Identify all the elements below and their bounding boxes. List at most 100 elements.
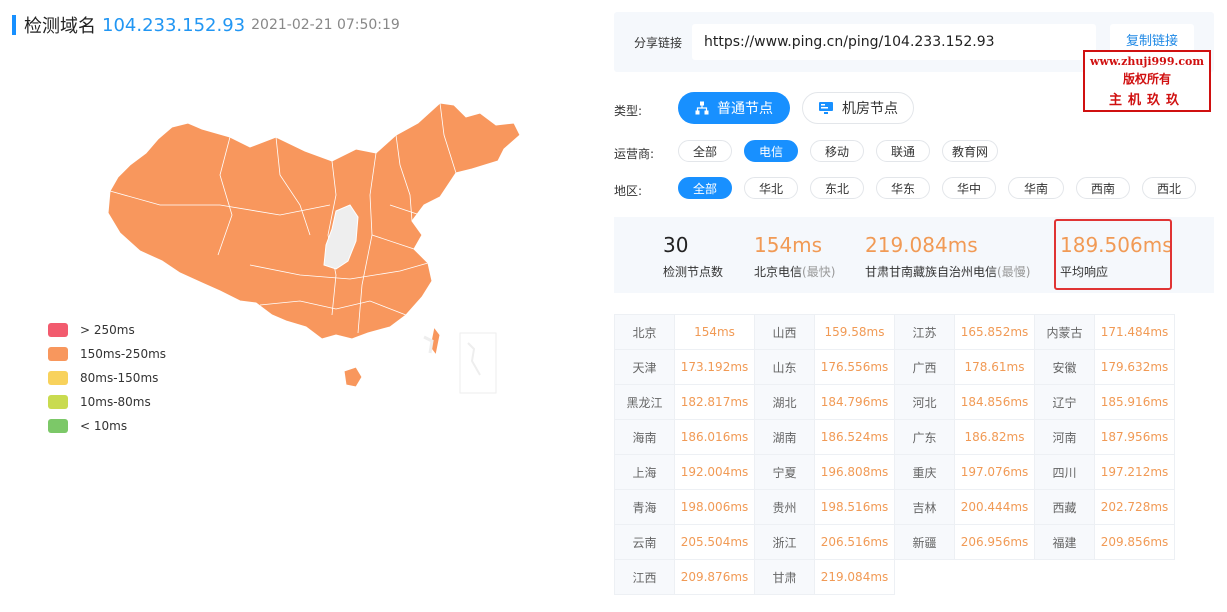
average-highlight-box xyxy=(1054,219,1172,290)
page-title: 检测域名 xyxy=(24,16,96,37)
table-row: 云南 205.504ms 浙江 206.516ms 新疆 206.956ms 福建 209.8… xyxy=(614,524,1175,560)
legend-item[interactable]: 10ms-80ms xyxy=(48,390,166,414)
result-region: 上海 xyxy=(614,454,675,490)
region-option-all[interactable]: 全部 xyxy=(678,177,732,199)
result-region: 北京 xyxy=(614,314,675,350)
region-option-east[interactable]: 华东 xyxy=(876,177,930,199)
result-latency: 176.556ms xyxy=(814,349,895,385)
empty-cell xyxy=(955,560,1035,595)
result-latency: 209.856ms xyxy=(1094,524,1175,560)
result-latency: 154ms xyxy=(674,314,755,350)
result-region: 山东 xyxy=(754,349,815,385)
table-row: 海南 186.016ms 湖南 186.524ms 广东 186.82ms 河南 187.95… xyxy=(614,419,1175,455)
monitor-icon xyxy=(819,102,833,114)
result-latency: 186.82ms xyxy=(954,419,1035,455)
result-latency: 187.956ms xyxy=(1094,419,1175,455)
legend-swatch xyxy=(48,371,68,385)
carrier-option-all[interactable]: 全部 xyxy=(678,140,732,162)
result-latency: 186.524ms xyxy=(814,419,895,455)
latency-legend: > 250ms 150ms-250ms 80ms-150ms 10ms-80ms… xyxy=(48,318,166,438)
result-region: 黑龙江 xyxy=(614,384,675,420)
result-region: 天津 xyxy=(614,349,675,385)
header-accent-bar xyxy=(12,15,16,35)
result-latency: 186.016ms xyxy=(674,419,755,455)
table-row: 上海 192.004ms 宁夏 196.808ms 重庆 197.076ms 四川 197.2… xyxy=(614,454,1175,490)
result-region: 浙江 xyxy=(754,524,815,560)
carrier-option-edu[interactable]: 教育网 xyxy=(942,140,998,162)
result-region: 甘肃 xyxy=(754,559,815,595)
result-latency: 205.504ms xyxy=(674,524,755,560)
stat-slowest-label: 甘肃甘南藏族自治州电信(最慢) xyxy=(865,263,1030,280)
result-latency: 159.58ms xyxy=(814,314,895,350)
result-region: 吉林 xyxy=(894,489,955,525)
result-latency: 206.956ms xyxy=(954,524,1035,560)
carrier-option-mobile[interactable]: 移动 xyxy=(810,140,864,162)
network-node-icon xyxy=(695,101,709,115)
result-region: 广东 xyxy=(894,419,955,455)
region-option-north[interactable]: 华北 xyxy=(744,177,798,199)
carrier-option-telecom[interactable]: 电信 xyxy=(744,140,798,162)
stat-fastest-label: 北京电信(最快) xyxy=(754,263,835,280)
type-label: 类型: xyxy=(614,104,643,118)
legend-item[interactable]: > 250ms xyxy=(48,318,166,342)
legend-item[interactable]: 80ms-150ms xyxy=(48,366,166,390)
result-region: 海南 xyxy=(614,419,675,455)
carrier-option-unicom[interactable]: 联通 xyxy=(876,140,930,162)
empty-cell xyxy=(1035,560,1095,595)
result-region: 湖南 xyxy=(754,419,815,455)
result-latency: 202.728ms xyxy=(1094,489,1175,525)
table-row: 天津 173.192ms 山东 176.556ms 广西 178.61ms 安徽 179.63… xyxy=(614,349,1175,385)
legend-label: > 250ms xyxy=(80,323,135,337)
result-region: 四川 xyxy=(1034,454,1095,490)
region-option-southwest[interactable]: 西南 xyxy=(1076,177,1130,199)
legend-item[interactable]: < 10ms xyxy=(48,414,166,438)
result-region: 河南 xyxy=(1034,419,1095,455)
legend-label: 10ms-80ms xyxy=(80,395,151,409)
type-option-label: 机房节点 xyxy=(842,101,898,117)
result-latency: 184.796ms xyxy=(814,384,895,420)
stat-fastest-node: 北京电信 xyxy=(754,265,803,279)
result-region: 河北 xyxy=(894,384,955,420)
type-datacenter-node-button[interactable]: 机房节点 xyxy=(802,92,914,124)
empty-cell xyxy=(1095,560,1175,595)
region-option-south[interactable]: 华南 xyxy=(1008,177,1064,199)
region-option-northwest[interactable]: 西北 xyxy=(1142,177,1196,199)
result-region: 西藏 xyxy=(1034,489,1095,525)
share-url-field[interactable]: https://www.ping.cn/ping/104.233.152.93 xyxy=(692,24,1096,60)
result-latency: 179.632ms xyxy=(1094,349,1175,385)
watermark-brand: 主机玖玖 xyxy=(1108,93,1185,108)
watermark-rights: 版权所有 xyxy=(1122,72,1171,86)
result-region: 青海 xyxy=(614,489,675,525)
result-region: 江西 xyxy=(614,559,675,595)
region-option-northeast[interactable]: 东北 xyxy=(810,177,864,199)
type-normal-node-button[interactable]: 普通节点 xyxy=(678,92,790,124)
result-latency: 196.808ms xyxy=(814,454,895,490)
result-latency: 197.212ms xyxy=(1094,454,1175,490)
legend-swatch xyxy=(48,323,68,337)
hainan-island-shape[interactable] xyxy=(343,366,363,388)
result-region: 新疆 xyxy=(894,524,955,560)
result-latency: 184.856ms xyxy=(954,384,1035,420)
legend-item[interactable]: 150ms-250ms xyxy=(48,342,166,366)
result-latency: 192.004ms xyxy=(674,454,755,490)
result-region: 辽宁 xyxy=(1034,384,1095,420)
watermark-url: www.zhuji999.com xyxy=(1090,55,1204,68)
share-link-label: 分享链接 xyxy=(634,36,683,50)
china-provinces-shape[interactable] xyxy=(107,102,521,340)
result-region: 福建 xyxy=(1034,524,1095,560)
stat-slowest-tag: (最慢) xyxy=(997,265,1031,279)
table-row: 江西 209.876ms 甘肃 219.084ms xyxy=(614,559,1175,595)
result-region: 湖北 xyxy=(754,384,815,420)
result-latency: 206.516ms xyxy=(814,524,895,560)
stat-node-count-value: 30 xyxy=(663,233,689,257)
result-latency: 198.006ms xyxy=(674,489,755,525)
result-region: 宁夏 xyxy=(754,454,815,490)
result-region: 贵州 xyxy=(754,489,815,525)
type-option-label: 普通节点 xyxy=(717,101,773,117)
result-latency: 178.61ms xyxy=(954,349,1035,385)
result-latency: 197.076ms xyxy=(954,454,1035,490)
region-option-central[interactable]: 华中 xyxy=(942,177,996,199)
stat-slowest-value: 219.084ms xyxy=(865,233,978,257)
table-row: 黑龙江 182.817ms 湖北 184.796ms 河北 184.856ms 辽宁 185.… xyxy=(614,384,1175,420)
legend-label: < 10ms xyxy=(80,419,128,433)
